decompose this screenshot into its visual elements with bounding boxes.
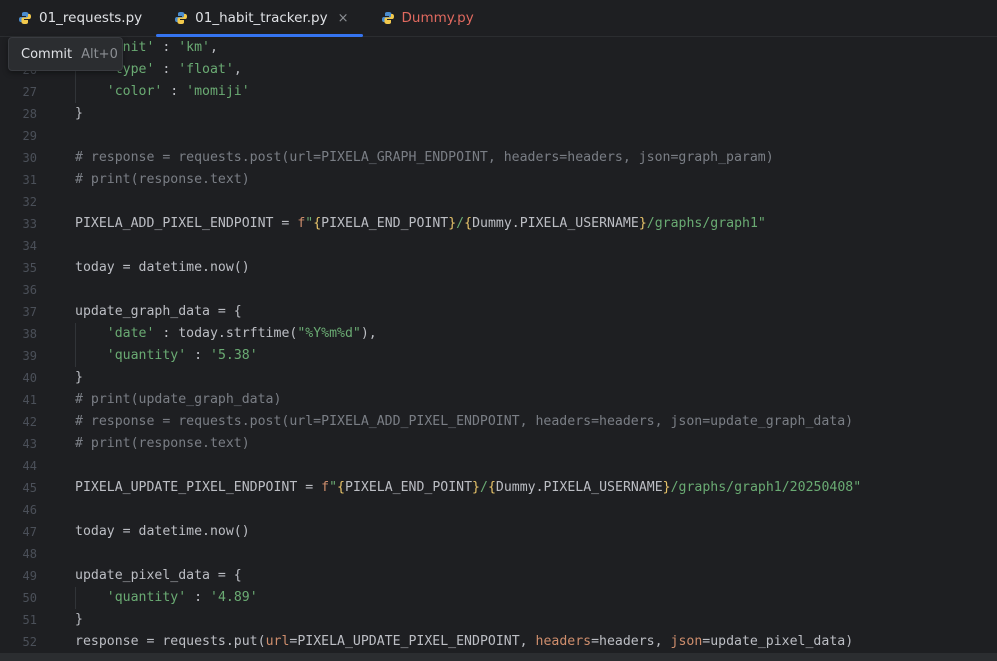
tab-01-requests[interactable]: 01_requests.py [0,0,156,36]
code-text: today = datetime.now() [75,524,250,539]
code-line[interactable]: 30 # response = requests.post(url=PIXELA_… [0,147,997,169]
code-line[interactable]: 37 update_graph_data = { [0,301,997,323]
code-line[interactable]: 26 'type' : 'float', [0,59,997,81]
code-text: update_graph_data = { [75,304,242,319]
tab-label: 01_requests.py [39,10,143,26]
line-number: 36 [22,283,37,297]
line-number: 28 [22,107,37,121]
line-number: 40 [22,371,37,385]
tooltip-shortcut: Alt+0 [81,46,118,62]
code-line[interactable]: 40} [0,367,997,389]
code-line[interactable]: 31 # print(response.text) [0,169,997,191]
code-text: 'quantity' : '5.38' [106,348,258,363]
code-text: update_pixel_data = { [75,568,242,583]
tab-label: Dummy.py [401,10,474,26]
code-text: } [75,612,83,627]
line-number: 44 [22,459,37,473]
line-number: 29 [22,129,37,143]
tooltip-label: Commit [21,46,73,62]
code-line[interactable]: 50 'quantity' : '4.89' [0,587,997,609]
code-text: PIXELA_ADD_PIXEL_ENDPOINT = f"{PIXELA_EN… [75,216,766,231]
code-text: 'quantity' : '4.89' [106,590,258,605]
tab-label: 01_habit_tracker.py [195,10,328,26]
code-line[interactable]: 47 today = datetime.now() [0,521,997,543]
code-line[interactable]: 42 # response = requests.post(url=PIXELA_… [0,411,997,433]
line-number: 30 [22,151,37,165]
code-line[interactable]: 45 PIXELA_UPDATE_PIXEL_ENDPOINT = f"{PIXE… [0,477,997,499]
code-text: today = datetime.now() [75,260,250,275]
line-number: 49 [22,569,37,583]
code-text: } [75,370,83,385]
code-text: } [75,106,83,121]
code-text: # response = requests.post(url=PIXELA_AD… [75,414,854,429]
line-number: 31 [22,173,37,187]
code-line[interactable]: 39 'quantity' : '5.38' [0,345,997,367]
code-line[interactable]: 38 'date' : today.strftime("%Y%m%d"), [0,323,997,345]
code-line[interactable]: 25 'unit' : 'km', [0,37,997,59]
line-number: 51 [22,613,37,627]
tab-dummy[interactable]: Dummy.py [363,0,488,36]
line-number: 45 [22,481,37,495]
code-editor[interactable]: 25 'unit' : 'km',26 'type' : 'float',27 … [0,37,997,653]
python-file-icon [381,11,395,25]
code-line[interactable]: 27 'color' : 'momiji' [0,81,997,103]
code-text: # response = requests.post(url=PIXELA_GR… [75,150,774,165]
code-line[interactable]: 35 today = datetime.now() [0,257,997,279]
code-line[interactable]: 29 [0,125,997,147]
line-number: 38 [22,327,37,341]
line-number: 42 [22,415,37,429]
line-number: 47 [22,525,37,539]
code-text: 'date' : today.strftime("%Y%m%d"), [106,326,377,341]
python-file-icon [18,11,32,25]
code-line[interactable]: 41 # print(update_graph_data) [0,389,997,411]
line-number: 34 [22,239,37,253]
code-line[interactable]: 43 # print(response.text) [0,433,997,455]
code-line[interactable]: 52 response = requests.put(url=PIXELA_UPD… [0,631,997,653]
line-number: 41 [22,393,37,407]
code-line[interactable]: 44 [0,455,997,477]
code-text: # print(response.text) [75,172,250,187]
line-number: 27 [22,85,37,99]
code-line[interactable]: 36 [0,279,997,301]
tab-01-habit-tracker[interactable]: 01_habit_tracker.py × [156,0,363,37]
status-bar [0,653,997,661]
code-line[interactable]: 34 [0,235,997,257]
code-line[interactable]: 33 PIXELA_ADD_PIXEL_ENDPOINT = f"{PIXELA_… [0,213,997,235]
line-number: 32 [22,195,37,209]
line-number: 39 [22,349,37,363]
commit-tooltip: Commit Alt+0 [8,37,123,71]
line-number: 35 [22,261,37,275]
code-line[interactable]: 49 update_pixel_data = { [0,565,997,587]
editor-tab-bar: 01_requests.py 01_habit_tracker.py × Dum… [0,0,997,37]
line-number: 43 [22,437,37,451]
line-number: 48 [22,547,37,561]
code-text: # print(update_graph_data) [75,392,282,407]
code-text: response = requests.put(url=PIXELA_UPDAT… [75,634,854,649]
code-text: PIXELA_UPDATE_PIXEL_ENDPOINT = f"{PIXELA… [75,480,862,495]
line-number: 52 [22,635,37,649]
code-line[interactable]: 51} [0,609,997,631]
code-line[interactable]: 48 [0,543,997,565]
code-line[interactable]: 46 [0,499,997,521]
code-line[interactable]: 28} [0,103,997,125]
code-text: 'color' : 'momiji' [106,84,250,99]
code-text: # print(response.text) [75,436,250,451]
line-number: 46 [22,503,37,517]
line-number: 37 [22,305,37,319]
line-number: 33 [22,217,37,231]
close-icon[interactable]: × [338,11,349,26]
code-line[interactable]: 32 [0,191,997,213]
python-file-icon [174,11,188,25]
line-number: 50 [22,591,37,605]
